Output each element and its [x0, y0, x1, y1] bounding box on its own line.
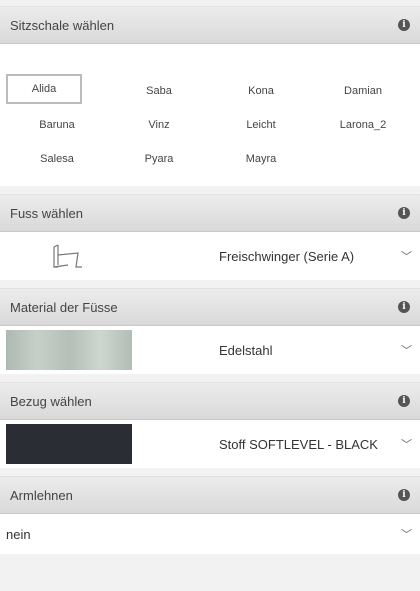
- info-icon[interactable]: i: [398, 207, 410, 219]
- section-header-cover[interactable]: Bezug wählen i: [0, 382, 420, 420]
- armrest-select[interactable]: nein ﹀: [0, 514, 420, 554]
- chevron-down-icon[interactable]: ﹀: [401, 526, 412, 542]
- seat-options-grid: Alida Saba Kona Damian Baruna Vinz Leich…: [0, 44, 420, 186]
- info-icon[interactable]: i: [398, 395, 410, 407]
- seat-option-vinz[interactable]: Vinz: [108, 108, 210, 142]
- seat-option-leicht[interactable]: Leicht: [210, 108, 312, 142]
- cover-select[interactable]: Stoff SOFTLEVEL - BLACK ﹀: [0, 420, 420, 468]
- seat-option-saba[interactable]: Saba: [108, 74, 210, 108]
- section-header-material[interactable]: Material der Füsse i: [0, 288, 420, 326]
- section-title-material: Material der Füsse: [10, 299, 118, 315]
- foot-value: Freischwinger (Serie A): [219, 248, 355, 264]
- fabric-swatch: [6, 424, 132, 464]
- section-title-armrest: Armlehnen: [10, 487, 73, 503]
- seat-option-mayra[interactable]: Mayra: [210, 142, 312, 176]
- section-title-seat: Sitzschale wählen: [10, 17, 115, 33]
- material-swatch: [6, 330, 132, 370]
- section-header-armrest[interactable]: Armlehnen i: [0, 476, 420, 514]
- chevron-down-icon[interactable]: ﹀: [401, 436, 412, 452]
- seat-option-alida[interactable]: Alida: [6, 74, 82, 104]
- chevron-down-icon[interactable]: ﹀: [401, 342, 412, 358]
- seat-option-damian[interactable]: Damian: [312, 74, 414, 108]
- seat-option-pyara[interactable]: Pyara: [108, 142, 210, 176]
- material-select[interactable]: Edelstahl ﹀: [0, 326, 420, 374]
- seat-option-kona[interactable]: Kona: [210, 74, 312, 108]
- section-title-foot: Fuss wählen: [10, 205, 83, 221]
- armrest-value: nein: [6, 526, 31, 542]
- section-title-cover: Bezug wählen: [10, 393, 92, 409]
- seat-option-larona-2[interactable]: Larona_2: [312, 108, 414, 142]
- material-value: Edelstahl: [219, 342, 273, 358]
- info-icon[interactable]: i: [398, 19, 410, 31]
- seat-option-salesa[interactable]: Salesa: [6, 142, 108, 176]
- seat-option-baruna[interactable]: Baruna: [6, 108, 108, 142]
- info-icon[interactable]: i: [398, 489, 410, 501]
- section-header-seat[interactable]: Sitzschale wählen i: [0, 6, 420, 44]
- cantilever-frame-icon: [6, 241, 132, 271]
- info-icon[interactable]: i: [398, 301, 410, 313]
- section-header-foot[interactable]: Fuss wählen i: [0, 194, 420, 232]
- foot-select[interactable]: Freischwinger (Serie A) ﹀: [0, 232, 420, 280]
- chevron-down-icon[interactable]: ﹀: [401, 248, 412, 264]
- cover-value: Stoff SOFTLEVEL - BLACK: [219, 436, 378, 452]
